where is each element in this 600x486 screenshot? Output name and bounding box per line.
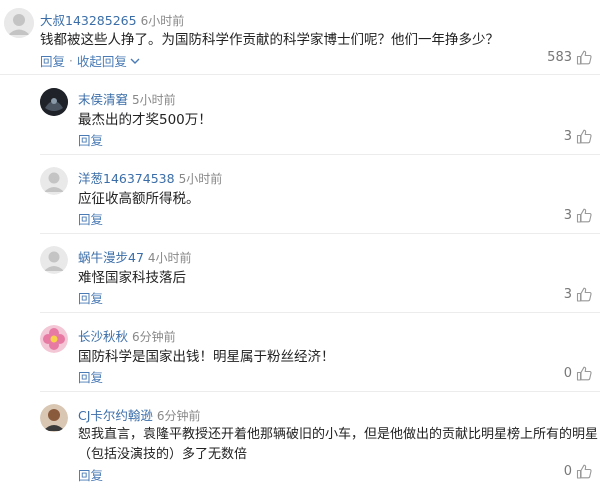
divider xyxy=(40,391,600,392)
thumbs-up-icon[interactable] xyxy=(576,208,592,223)
like-count: 3 xyxy=(563,287,572,302)
divider xyxy=(40,312,600,313)
like-control[interactable]: 0 xyxy=(564,464,592,479)
like-count: 0 xyxy=(563,366,572,381)
reply-header: 蜗牛漫步47 4小时前 xyxy=(78,247,192,266)
like-control[interactable]: 583 xyxy=(547,50,592,65)
reply-time: 5小时前 xyxy=(178,172,223,186)
action-separator: · xyxy=(69,53,73,68)
comment-header: 大叔143285265 6小时前 xyxy=(40,10,184,29)
reply-text-line: （包括没演技的）多了无数倍 xyxy=(78,447,248,462)
like-control[interactable]: 3 xyxy=(564,208,592,223)
avatar[interactable] xyxy=(4,8,34,38)
avatar[interactable] xyxy=(40,167,68,195)
reply-time: 4小时前 xyxy=(147,251,192,265)
reply-text: 国防科学是国家出钱！明星属于粉丝经济！ xyxy=(78,349,335,365)
reply-time: 5小时前 xyxy=(132,93,176,107)
thumbs-up-icon[interactable] xyxy=(576,50,592,65)
thumbs-up-icon[interactable] xyxy=(576,287,592,302)
divider xyxy=(0,74,600,75)
reply-username[interactable]: 蜗牛漫步47 xyxy=(78,250,144,265)
reply-text-line: 恕我直言，袁隆平教授还开着他那辆破旧的小车，但是他做出的贡献比明星榜上所有的明星 xyxy=(78,427,599,442)
reply-button[interactable]: 回复 xyxy=(78,288,103,307)
divider xyxy=(40,233,600,234)
like-control[interactable]: 3 xyxy=(564,129,592,144)
reply-username[interactable]: 末侯清窘 xyxy=(78,92,128,107)
avatar[interactable] xyxy=(40,325,68,353)
reply-button[interactable]: 回复 xyxy=(78,465,103,484)
comment-time: 6小时前 xyxy=(140,14,185,28)
like-control[interactable]: 0 xyxy=(564,366,592,381)
comment-text: 钱都被这些人挣了。为国防科学作贡献的科学家博士们呢？他们一年挣多少？ xyxy=(40,32,499,48)
reply-header: 洋葱146374538 5小时前 xyxy=(78,168,222,187)
default-avatar-icon xyxy=(40,167,68,195)
collapse-replies-button[interactable]: 收起回复 xyxy=(77,51,127,70)
reply-text: 应征收高额所得税。 xyxy=(78,191,200,207)
flower-avatar-icon xyxy=(40,325,68,353)
reply-username[interactable]: 洋葱146374538 xyxy=(78,171,175,186)
avatar[interactable] xyxy=(40,88,68,116)
reply-button[interactable]: 回复 xyxy=(40,51,65,70)
comment-actions: 回复 · 收起回复 xyxy=(40,51,140,70)
divider xyxy=(40,154,600,155)
reply-header: CJ卡尔约翰逊 6分钟前 xyxy=(78,405,201,424)
reply-button[interactable]: 回复 xyxy=(78,367,103,386)
like-count: 3 xyxy=(563,208,572,223)
like-count: 583 xyxy=(547,50,572,65)
reply-username[interactable]: CJ卡尔约翰逊 xyxy=(78,408,153,423)
person-avatar-icon xyxy=(40,404,68,432)
default-avatar-icon xyxy=(40,246,68,274)
default-avatar-icon xyxy=(4,8,34,38)
comment-username[interactable]: 大叔143285265 xyxy=(40,13,137,28)
thumbs-up-icon[interactable] xyxy=(576,366,592,381)
reply-text: 最杰出的才奖500万！ xyxy=(78,112,212,128)
reply-header: 末侯清窘 5小时前 xyxy=(78,89,176,108)
reply-header: 长沙秋秋 6分钟前 xyxy=(78,326,176,345)
chevron-down-icon[interactable] xyxy=(130,57,140,65)
thumbs-up-icon[interactable] xyxy=(576,129,592,144)
avatar[interactable] xyxy=(40,246,68,274)
reply-username[interactable]: 长沙秋秋 xyxy=(78,329,128,344)
thumbs-up-icon[interactable] xyxy=(576,464,592,479)
like-count: 0 xyxy=(563,464,572,479)
reply-avatar-image-icon xyxy=(40,88,68,116)
like-count: 3 xyxy=(563,129,572,144)
reply-time: 6分钟前 xyxy=(156,409,201,423)
reply-button[interactable]: 回复 xyxy=(78,209,103,228)
avatar[interactable] xyxy=(40,404,68,432)
like-control[interactable]: 3 xyxy=(564,287,592,302)
reply-time: 6分钟前 xyxy=(132,330,176,344)
reply-button[interactable]: 回复 xyxy=(78,130,103,149)
reply-text: 难怪国家科技落后 xyxy=(78,270,186,286)
